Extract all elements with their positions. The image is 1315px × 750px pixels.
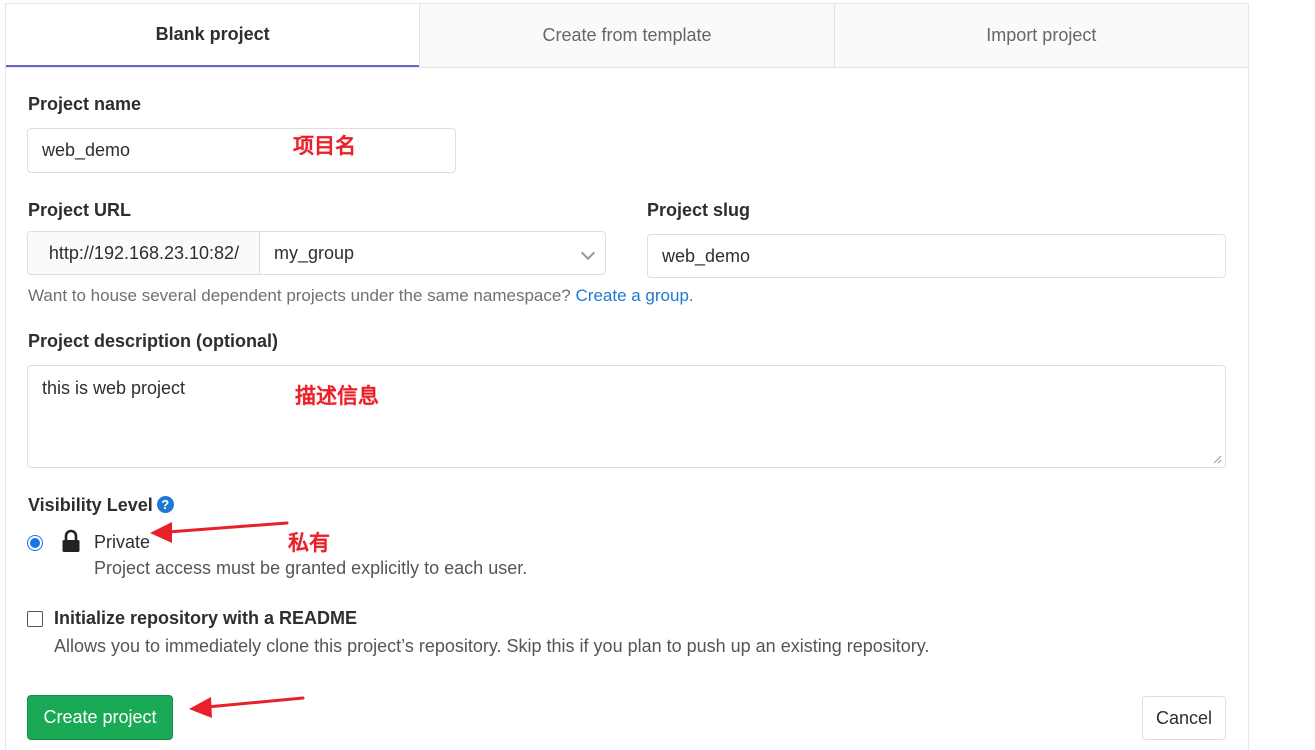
resize-handle-icon[interactable] [1212, 454, 1222, 464]
project-name-input[interactable]: web_demo [27, 128, 456, 173]
readme-checkbox[interactable] [27, 611, 43, 627]
namespace-select[interactable]: my_group [259, 231, 606, 275]
project-slug-input[interactable]: web_demo [647, 234, 1226, 278]
readme-title: Initialize repository with a README [54, 608, 358, 628]
visibility-label-text: Visibility Level [28, 495, 153, 515]
description-textarea[interactable]: this is web project [27, 365, 1226, 468]
namespace-help-text: Want to house several dependent projects… [28, 286, 694, 306]
annotation-private: 私有 [288, 531, 330, 555]
project-tabs: Blank project Create from template Impor… [6, 4, 1248, 68]
visibility-label: Visibility Level? [28, 495, 174, 516]
tab-create-from-template[interactable]: Create from template [419, 4, 834, 67]
description-value: this is web project [42, 378, 186, 398]
annotation-description: 描述信息 [295, 384, 379, 408]
create-project-button[interactable]: Create project [27, 695, 173, 740]
cancel-button[interactable]: Cancel [1142, 696, 1226, 740]
private-radio[interactable] [27, 535, 43, 551]
annotation-project-name: 项目名 [293, 134, 356, 158]
lock-icon [62, 529, 80, 552]
project-url-prefix: http://192.168.23.10:82/ [27, 231, 260, 275]
description-label: Project description (optional) [28, 331, 279, 351]
project-url-label: Project URL [28, 200, 132, 220]
project-name-label: Project name [28, 94, 142, 114]
chevron-down-icon [580, 245, 596, 261]
tab-import-project[interactable]: Import project [833, 4, 1248, 67]
readme-description: Allows you to immediately clone this pro… [54, 636, 930, 656]
project-slug-label: Project slug [647, 200, 751, 220]
help-text: Want to house several dependent projects… [28, 286, 571, 305]
namespace-value: my_group [274, 242, 355, 263]
private-description: Project access must be granted explicitl… [94, 558, 528, 578]
private-title: Private [94, 532, 151, 552]
create-group-link[interactable]: Create a group. [576, 286, 694, 305]
help-icon[interactable]: ? [156, 496, 174, 513]
tab-blank-project[interactable]: Blank project [6, 4, 420, 67]
